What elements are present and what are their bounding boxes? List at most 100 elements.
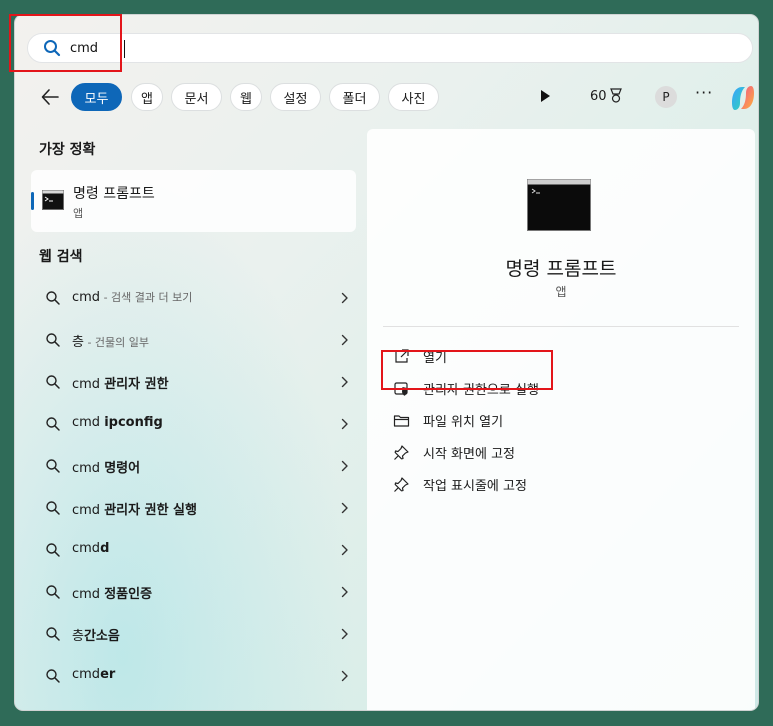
admin-shield-icon (394, 381, 408, 396)
filter-toolbar: 모두 앱 문서 웹 설정 폴더 사진 60 P ··· (27, 81, 754, 113)
query-suggestion: 관리자 권한 실행 (104, 503, 197, 518)
web-search-item[interactable]: cmd 정품인증 (31, 574, 356, 610)
selection-indicator (31, 192, 34, 210)
action-run-as-admin[interactable]: 관리자 권한으로 실행 (393, 377, 539, 399)
web-search-item[interactable]: cmd 관리자 권한 실행 (31, 490, 356, 526)
chevron-right-icon[interactable] (341, 628, 349, 640)
web-search-item[interactable]: 층간소음 (31, 616, 356, 652)
chevron-right-icon[interactable] (341, 586, 349, 598)
search-icon (46, 459, 60, 473)
action-label: 열기 (423, 350, 447, 366)
web-search-text: cmder (72, 667, 115, 682)
action-label: 작업 표시줄에 고정 (423, 478, 527, 494)
web-search-item[interactable]: cmd 관리자 권한 (31, 364, 356, 400)
search-icon (46, 501, 60, 515)
filter-tab-settings[interactable]: 설정 (270, 83, 321, 111)
filter-tab-apps[interactable]: 앱 (131, 83, 163, 111)
search-icon (46, 333, 60, 347)
text-caret (124, 40, 125, 58)
query-suggestion: 간소음 (83, 629, 120, 644)
action-label: 파일 위치 열기 (423, 414, 504, 430)
pin-icon (394, 476, 409, 492)
chevron-right-icon[interactable] (341, 460, 349, 472)
pin-icon (394, 444, 409, 460)
query-prefix: cmd (72, 377, 105, 392)
query-description: - 건물의 일부 (83, 336, 150, 349)
detail-app-type: 앱 (555, 285, 567, 299)
query-description: - 검색 결과 더 보기 (100, 291, 193, 304)
query-prefix: cmd (72, 667, 101, 682)
query-suggestion: 명령어 (104, 461, 141, 476)
search-icon (46, 669, 60, 683)
chevron-right-icon[interactable] (341, 334, 349, 346)
search-icon (46, 627, 60, 641)
action-pin-to-start[interactable]: 시작 화면에 고정 (393, 441, 515, 463)
search-box[interactable] (27, 33, 753, 63)
web-search-item[interactable]: cmd ipconfig (31, 406, 356, 442)
search-input[interactable] (70, 40, 670, 56)
action-open-file-location[interactable]: 파일 위치 열기 (393, 409, 503, 431)
query-prefix: cmd (72, 290, 101, 305)
query-prefix: cmd (72, 415, 105, 430)
query-prefix: cmd (72, 503, 105, 518)
web-search-item[interactable]: cmder (31, 658, 356, 694)
web-search-item[interactable]: 층 - 건물의 일부 (31, 322, 356, 358)
detail-panel: 명령 프롬프트 앱 열기 관리자 권한으로 실행 파일 위치 열기 시작 화면에… (367, 129, 755, 710)
query-suggestion: 관리자 권한 (104, 377, 169, 392)
command-prompt-icon (42, 190, 64, 210)
filter-tab-folders[interactable]: 폴더 (329, 83, 380, 111)
web-search-text: cmd 정품인증 (72, 583, 152, 602)
medal-icon (609, 88, 622, 103)
query-suggestion: er (100, 667, 116, 682)
best-match-heading: 가장 정확 (39, 142, 96, 158)
web-search-item[interactable]: cmdd (31, 532, 356, 568)
action-open[interactable]: 열기 (393, 345, 447, 367)
points-value: 60 (590, 88, 607, 104)
avatar[interactable]: P (655, 86, 677, 108)
web-search-text: cmd 명령어 (72, 457, 140, 476)
web-search-text: cmd 관리자 권한 (72, 373, 169, 392)
search-icon (46, 417, 60, 431)
filter-tab-web[interactable]: 웹 (230, 83, 262, 111)
filter-tab-all[interactable]: 모두 (71, 83, 122, 111)
action-pin-to-taskbar[interactable]: 작업 표시줄에 고정 (393, 473, 527, 495)
chevron-right-icon[interactable] (341, 292, 349, 304)
search-icon (46, 291, 60, 305)
best-match-type: 앱 (73, 207, 84, 220)
query-prefix: 층 (72, 629, 84, 644)
filter-tab-documents[interactable]: 문서 (171, 83, 222, 111)
query-prefix: 층 (72, 335, 84, 350)
web-search-text: 층간소음 (72, 625, 120, 644)
query-prefix: cmd (72, 541, 101, 556)
copilot-icon[interactable] (728, 83, 758, 113)
web-search-text: cmd - 검색 결과 더 보기 (72, 289, 192, 305)
folder-icon (393, 414, 410, 427)
rewards-points[interactable]: 60 (590, 88, 623, 104)
web-search-text: 층 - 건물의 일부 (72, 331, 149, 350)
best-match-result[interactable]: 명령 프롬프트 앱 (31, 170, 356, 232)
web-search-heading: 웹 검색 (39, 249, 83, 265)
back-arrow-icon[interactable] (39, 86, 61, 108)
play-icon[interactable] (541, 90, 550, 102)
divider (383, 326, 739, 327)
web-search-item[interactable]: cmd - 검색 결과 더 보기 (31, 280, 356, 316)
web-search-text: cmd ipconfig (72, 415, 163, 430)
query-suggestion: ipconfig (104, 415, 163, 430)
more-options-icon[interactable]: ··· (695, 83, 713, 102)
chevron-right-icon[interactable] (341, 502, 349, 514)
detail-app-name: 명령 프롬프트 (505, 258, 617, 280)
filter-tab-photos[interactable]: 사진 (388, 83, 439, 111)
query-suggestion: 정품인증 (104, 587, 153, 602)
search-icon (44, 40, 61, 57)
query-suggestion: d (100, 541, 110, 556)
action-label: 관리자 권한으로 실행 (423, 382, 539, 398)
chevron-right-icon[interactable] (341, 544, 349, 556)
chevron-right-icon[interactable] (341, 670, 349, 682)
web-search-text: cmdd (72, 541, 109, 556)
web-search-item[interactable]: cmd 명령어 (31, 448, 356, 484)
search-icon (46, 375, 60, 389)
chevron-right-icon[interactable] (341, 418, 349, 430)
best-match-name: 명령 프롬프트 (73, 186, 155, 202)
chevron-right-icon[interactable] (341, 376, 349, 388)
query-prefix: cmd (72, 461, 105, 476)
